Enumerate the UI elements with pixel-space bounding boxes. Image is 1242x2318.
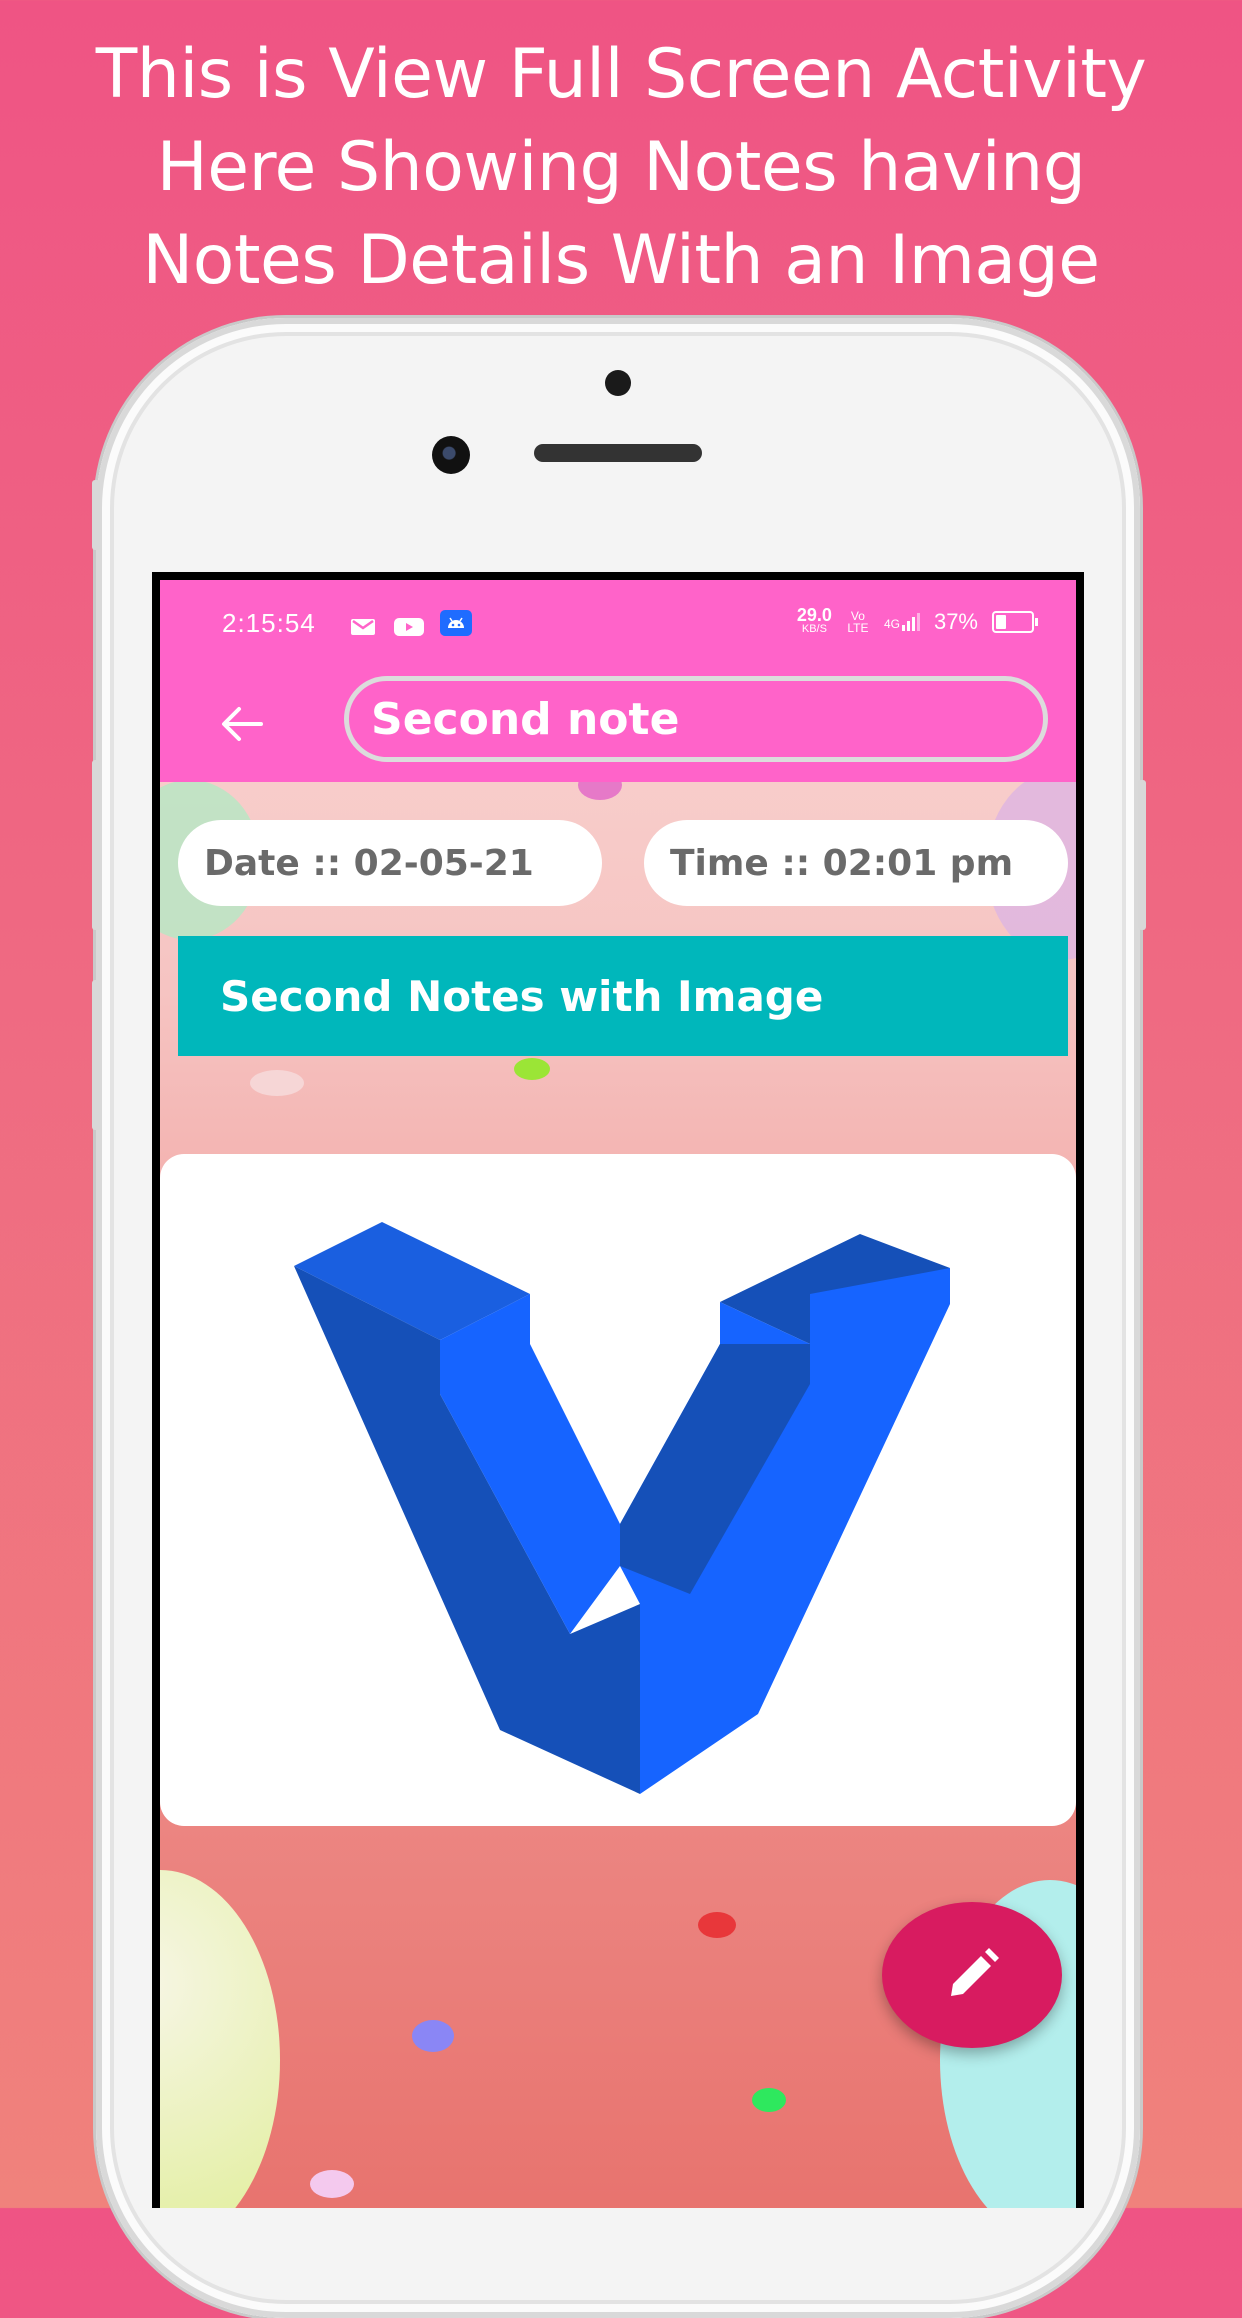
status-right-group: 29.0 KB/S Vo LTE 4G 37% [796, 605, 1038, 636]
signal-indicator: 4G [884, 613, 920, 631]
balloon-decoration [514, 1058, 550, 1080]
phone-side-button [92, 480, 100, 550]
arrow-left-icon [222, 707, 263, 741]
note-description: Second Notes with Image [178, 936, 1068, 1056]
app-toolbar: Second note [160, 664, 1076, 782]
phone-speaker [534, 444, 702, 462]
balloon-decoration [160, 1870, 280, 2208]
pencil-icon [951, 1948, 999, 1996]
note-title-field[interactable]: Second note [344, 676, 1048, 762]
balloon-decoration [698, 1912, 736, 1938]
phone-screen: 2:15:54 29.0 KB/S Vo LTE 4G 37% Second n… [152, 572, 1084, 2208]
network-speed-unit: KB/S [801, 623, 827, 635]
balloon-decoration [752, 2088, 786, 2112]
time-chip: Time :: 02:01 pm [644, 820, 1068, 906]
phone-sensor [605, 370, 631, 396]
promo-headline: This is View Full Screen Activity Here S… [0, 28, 1242, 307]
battery-icon [992, 611, 1038, 633]
youtube-icon [394, 613, 424, 636]
balloon-decoration [250, 1070, 304, 1096]
balloon-decoration [412, 2020, 454, 2052]
headline-line-1: This is View Full Screen Activity [95, 35, 1147, 114]
mail-icon [350, 613, 376, 635]
date-chip: Date :: 02-05-21 [178, 820, 602, 906]
app-screen: 2:15:54 29.0 KB/S Vo LTE 4G 37% Second n… [160, 580, 1076, 2208]
status-time: 2:15:54 [222, 608, 316, 638]
phone-volume-down-button [92, 980, 100, 1130]
back-button[interactable] [210, 694, 274, 754]
phone-front-camera [432, 436, 470, 474]
android-icon [440, 610, 472, 636]
phone-volume-up-button [92, 760, 100, 930]
network-speed: 29.0 [796, 605, 832, 625]
battery-percent: 37% [933, 609, 978, 634]
note-image[interactable] [160, 1154, 1076, 1826]
headline-line-2: Here Showing Notes having [156, 128, 1086, 207]
balloon-decoration [310, 2170, 354, 2198]
volte-indicator: Vo LTE [847, 609, 869, 635]
phone-power-button [1138, 780, 1146, 930]
edit-note-button[interactable] [882, 1902, 1062, 2048]
status-bar: 2:15:54 29.0 KB/S Vo LTE 4G 37% [160, 580, 1076, 664]
v-logo-image [294, 1222, 950, 1794]
headline-line-3: Notes Details With an Image [142, 221, 1100, 300]
